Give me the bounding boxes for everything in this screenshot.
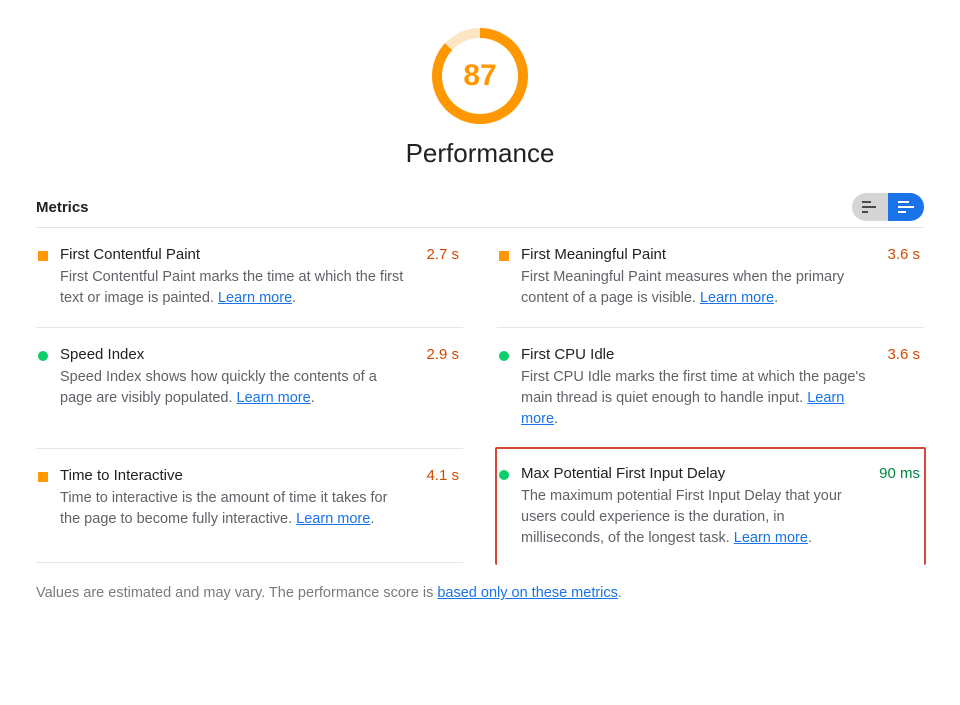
learn-more-link[interactable]: Learn more <box>218 290 292 306</box>
status-orange-icon <box>38 251 48 261</box>
detailed-view-icon <box>898 201 914 213</box>
metric-title: First Contentful Paint <box>60 246 406 263</box>
metric-row: Max Potential First Input Delay The maxim… <box>495 447 926 565</box>
performance-gauge-section: 87 Performance <box>36 28 924 169</box>
metric-desc: First Meaningful Paint measures when the… <box>521 267 867 309</box>
metric-desc: First CPU Idle marks the first time at w… <box>521 367 867 430</box>
score-value: 87 <box>463 59 496 93</box>
metric-value: 3.6 s <box>879 246 920 309</box>
status-green-icon <box>38 351 48 361</box>
metric-desc-post: . <box>808 530 812 546</box>
metrics-heading: Metrics <box>36 199 89 216</box>
view-toggle[interactable] <box>852 193 924 221</box>
status-orange-icon <box>499 251 509 261</box>
metric-desc-post: . <box>774 290 778 306</box>
metric-row: Speed Index Speed Index shows how quickly… <box>36 328 463 449</box>
metric-title: Max Potential First Input Delay <box>521 465 859 482</box>
metric-body: First Contentful Paint First Contentful P… <box>60 246 406 309</box>
metric-body: First Meaningful Paint First Meaningful P… <box>521 246 867 309</box>
metric-body: Speed Index Speed Index shows how quickly… <box>60 346 406 430</box>
metric-value: 2.7 s <box>418 246 459 309</box>
metric-value: 4.1 s <box>418 467 459 544</box>
footer-link[interactable]: based only on these metrics <box>437 585 618 601</box>
metric-row: Time to Interactive Time to interactive i… <box>36 449 463 563</box>
metric-desc: First Contentful Paint marks the time at… <box>60 267 406 309</box>
metric-row: First Contentful Paint First Contentful P… <box>36 228 463 328</box>
metric-desc: Time to interactive is the amount of tim… <box>60 488 406 530</box>
detailed-view-toggle[interactable] <box>888 193 924 221</box>
score-gauge: 87 <box>432 28 528 124</box>
gauge-title: Performance <box>406 138 555 169</box>
compact-view-toggle[interactable] <box>852 193 888 221</box>
metric-body: Max Potential First Input Delay The maxim… <box>521 465 859 549</box>
metric-body: First CPU Idle First CPU Idle marks the f… <box>521 346 867 430</box>
metric-title: First CPU Idle <box>521 346 867 363</box>
learn-more-link[interactable]: Learn more <box>700 290 774 306</box>
learn-more-link[interactable]: Learn more <box>734 530 808 546</box>
compact-view-icon <box>862 201 878 213</box>
metric-body: Time to Interactive Time to interactive i… <box>60 467 406 544</box>
metric-desc-post: . <box>292 290 296 306</box>
metric-value: 2.9 s <box>418 346 459 430</box>
metric-value: 3.6 s <box>879 346 920 430</box>
metrics-grid: First Contentful Paint First Contentful P… <box>36 228 924 563</box>
metric-value: 90 ms <box>871 465 920 549</box>
metric-title: Time to Interactive <box>60 467 406 484</box>
metric-desc-post: . <box>311 390 315 406</box>
footer-text-post: . <box>618 585 622 601</box>
metric-desc-text: First Meaningful Paint measures when the… <box>521 269 844 306</box>
metric-desc-text: Speed Index shows how quickly the conten… <box>60 369 377 406</box>
footer-text-pre: Values are estimated and may vary. The p… <box>36 585 437 601</box>
metric-desc: The maximum potential First Input Delay … <box>521 486 859 549</box>
metric-desc: Speed Index shows how quickly the conten… <box>60 367 406 409</box>
metric-row: First Meaningful Paint First Meaningful P… <box>497 228 924 328</box>
metric-desc-post: . <box>370 511 374 527</box>
metric-desc-post: . <box>554 411 558 427</box>
metric-row: First CPU Idle First CPU Idle marks the f… <box>497 328 924 449</box>
learn-more-link[interactable]: Learn more <box>296 511 370 527</box>
status-green-icon <box>499 470 509 480</box>
learn-more-link[interactable]: Learn more <box>237 390 311 406</box>
metric-title: First Meaningful Paint <box>521 246 867 263</box>
footer-note: Values are estimated and may vary. The p… <box>36 585 924 601</box>
status-orange-icon <box>38 472 48 482</box>
status-green-icon <box>499 351 509 361</box>
metric-title: Speed Index <box>60 346 406 363</box>
